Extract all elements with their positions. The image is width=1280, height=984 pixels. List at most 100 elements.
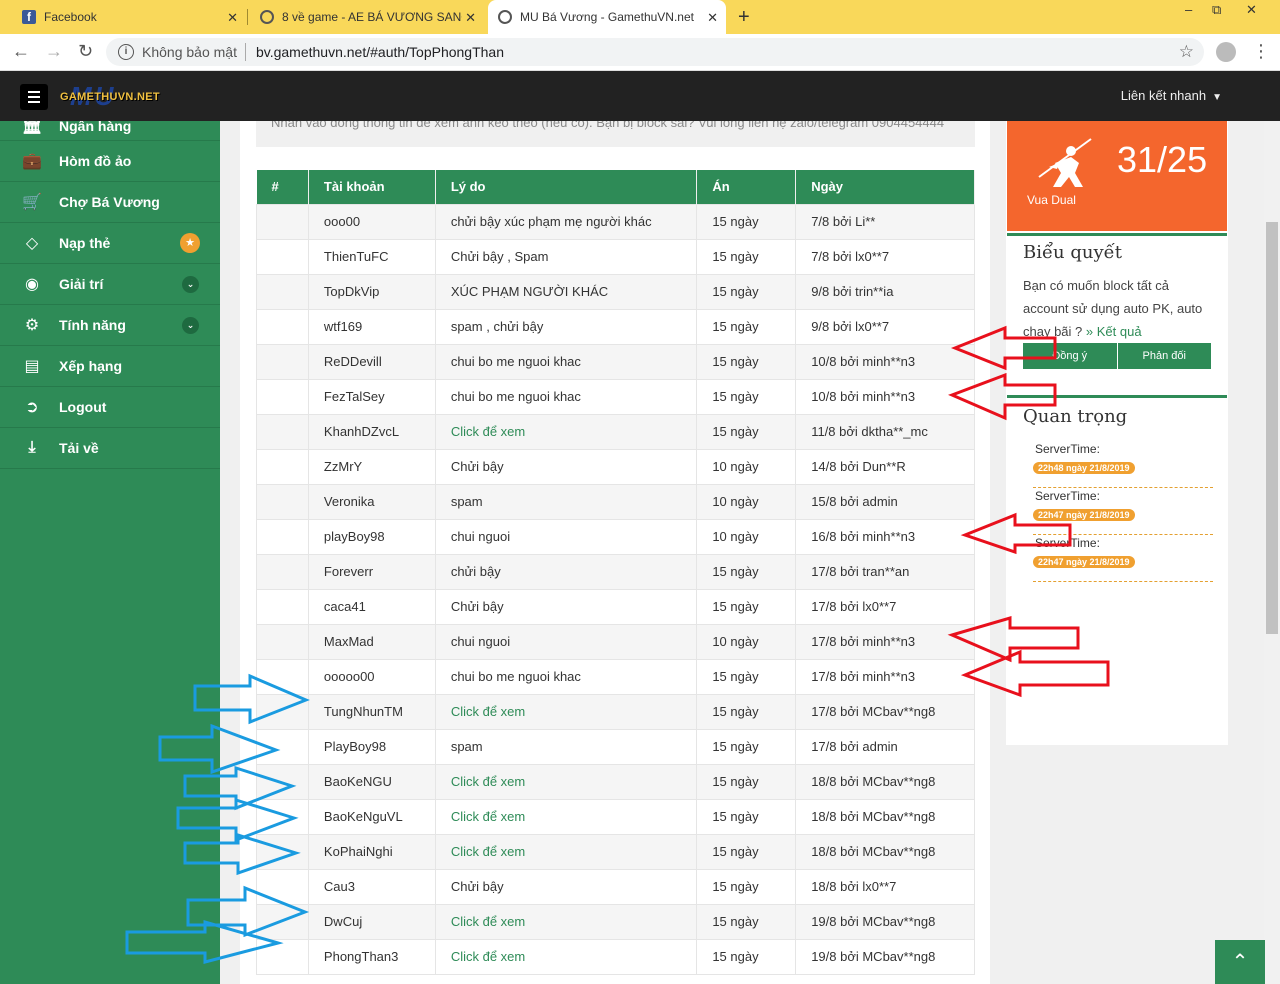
minimize-icon[interactable]: –	[1185, 2, 1192, 17]
table-row[interactable]: Veronika spam 10 ngày 15/8 bởi admin	[256, 483, 975, 520]
cell-reason[interactable]: Click để xem	[434, 693, 698, 730]
chevron-down-icon[interactable]: ⌄	[182, 275, 199, 293]
disagree-button[interactable]: Phản đối	[1116, 343, 1211, 369]
sidebar-item-download[interactable]: ⤓ Tải về	[0, 428, 220, 469]
account-avatar-icon[interactable]	[1216, 42, 1236, 62]
table-row[interactable]: KhanhDZvcL Click để xem 15 ngày 11/8 bởi dk…	[256, 413, 975, 450]
cell-reason: Chửi bậy	[434, 588, 698, 625]
sidebar-item-logout[interactable]: ➲ Logout	[0, 387, 220, 428]
table-row[interactable]: MaxMad chui nguoi 10 ngày 17/8 bởi minh**n3	[256, 623, 975, 660]
table-row[interactable]: ThienTuFC Chửi bậy , Spam 15 ngày 7/8 bởi l…	[256, 238, 975, 275]
site-navbar: MU GAMETHUVN.NET Liên kết nhanh ▼	[0, 71, 1280, 121]
column-header-reason: Lý do	[435, 170, 698, 204]
quick-links-dropdown[interactable]: Liên kết nhanh ▼	[1121, 88, 1222, 103]
scroll-to-top-button[interactable]: ⌃	[1215, 940, 1265, 984]
table-row[interactable]: playBoy98 chui nguoi 10 ngày 16/8 bởi minh*…	[256, 518, 975, 555]
sidebar-item-ranking[interactable]: ▤ Xếp hạng	[0, 346, 220, 387]
vote-panel: Biểu quyết Bạn có muốn block tất cả acco…	[1007, 233, 1227, 373]
site-logo[interactable]: MU GAMETHUVN.NET	[60, 81, 178, 111]
table-row[interactable]: ooo00 chửi bậy xúc phạm mẹ người khác 15 n…	[256, 203, 975, 240]
agree-button[interactable]: Đồng ý	[1023, 343, 1117, 369]
table-row[interactable]: BaoKeNGU Click để xem 15 ngày 18/8 bởi MCba…	[256, 763, 975, 800]
maximize-icon[interactable]: ⧉	[1212, 2, 1221, 18]
cell-ban-duration: 15 ngày	[696, 378, 797, 415]
ban-list-table: # Tài khoản Lý do Án Ngày ooo00 chửi bậy …	[256, 170, 975, 975]
cell-account: PhongThan3	[307, 938, 436, 975]
cell-account: caca41	[307, 588, 436, 625]
cell-account: KhanhDZvcL	[307, 413, 436, 450]
cell-reason[interactable]: Click để xem	[434, 833, 698, 870]
swordsman-icon	[1038, 138, 1092, 187]
cell-account: KoPhaiNghi	[307, 833, 436, 870]
tab-mu-ba-vuong[interactable]: MU Bá Vương - GamethuVN.net ✕	[488, 0, 726, 34]
sidebar-item-bank[interactable]: 🏛 Ngân hàng	[0, 121, 220, 141]
cell-ban-duration: 10 ngày	[696, 448, 797, 485]
table-row[interactable]: Foreverr chửi bậy 15 ngày 17/8 bởi tran**an	[256, 553, 975, 590]
cell-ban-duration: 15 ngày	[696, 763, 797, 800]
hamburger-menu-icon[interactable]	[20, 84, 48, 110]
cell-reason[interactable]: Click để xem	[434, 903, 698, 940]
sidebar-item-market[interactable]: 🛒 Chợ Bá Vương	[0, 182, 220, 223]
scrollbar-thumb[interactable]	[1266, 222, 1278, 634]
cell-date: 10/8 bởi minh**n3	[795, 378, 975, 415]
table-row[interactable]: wtf169 spam , chửi bậy 15 ngày 9/8 bởi lx0*…	[256, 308, 975, 345]
cell-date: 19/8 bởi MCbav**ng8	[795, 903, 975, 940]
caret-down-icon: ▼	[1212, 92, 1222, 103]
close-tab-icon[interactable]: ✕	[707, 10, 718, 26]
url-field[interactable]: i Không bảo mật bv.gamethuvn.net/#auth/T…	[106, 38, 1204, 66]
cell-reason[interactable]: Click để xem	[434, 413, 698, 450]
table-row[interactable]: ReDDevill chui bo me nguoi khac 15 ngày 10/…	[256, 343, 975, 380]
close-tab-icon[interactable]: ✕	[227, 10, 238, 26]
cell-reason[interactable]: Click để xem	[434, 763, 698, 800]
sidebar-item-features[interactable]: ⚙ Tính năng ⌄	[0, 305, 220, 346]
briefcase-icon: 💼	[22, 153, 42, 170]
cell-account: Foreverr	[307, 553, 436, 590]
back-icon[interactable]: ←	[12, 41, 30, 62]
table-row[interactable]: ooooo00 chui bo me nguoi khac 15 ngày 17/8 …	[256, 658, 975, 695]
cell-date: 17/8 bởi admin	[795, 728, 975, 765]
table-row[interactable]: PhongThan3 Click để xem 15 ngày 19/8 bởi MC…	[256, 938, 975, 975]
tab-facebook[interactable]: f Facebook ✕	[12, 0, 248, 34]
server-time-label: ServerTime:	[1035, 489, 1100, 503]
table-row[interactable]: BaoKeNguVL Click để xem 15 ngày 18/8 bởi MC…	[256, 798, 975, 835]
cell-index	[256, 658, 309, 695]
new-tab-button[interactable]: +	[738, 6, 750, 29]
info-icon[interactable]: i	[118, 44, 134, 60]
cell-account: FezTalSey	[307, 378, 436, 415]
cell-reason: chui bo me nguoi khac	[434, 658, 698, 695]
cell-ban-duration: 15 ngày	[696, 203, 797, 240]
table-row[interactable]: TungNhunTM Click để xem 15 ngày 17/8 bởi MC…	[256, 693, 975, 730]
window-close-icon[interactable]: ✕	[1246, 2, 1257, 18]
cell-reason[interactable]: Click để xem	[434, 938, 698, 975]
cell-date: 17/8 bởi tran**an	[795, 553, 975, 590]
table-row[interactable]: ZzMrY Chửi bậy 10 ngày 14/8 bởi Dun**R	[256, 448, 975, 485]
table-row[interactable]: TopDkVip XÚC PHẠM NGƯỜI KHÁC 15 ngày 9/8 bở…	[256, 273, 975, 310]
facebook-icon: f	[22, 10, 36, 24]
chevron-down-icon[interactable]: ⌄	[182, 316, 199, 334]
table-header-row: # Tài khoản Lý do Án Ngày	[256, 170, 975, 204]
sidebar-item-label: Xếp hạng	[59, 358, 123, 374]
sidebar-item-inventory[interactable]: 💼 Hòm đồ ảo	[0, 141, 220, 182]
sidebar-item-entertainment[interactable]: ◉ Giải trí ⌄	[0, 264, 220, 305]
table-row[interactable]: PlayBoy98 spam 15 ngày 17/8 bởi admin	[256, 728, 975, 765]
table-row[interactable]: FezTalSey chui bo me nguoi khac 15 ngày 10/…	[256, 378, 975, 415]
table-row[interactable]: KoPhaiNghi Click để xem 15 ngày 18/8 bởi MC…	[256, 833, 975, 870]
reload-icon[interactable]: ↻	[78, 41, 93, 62]
cell-reason: chui nguoi	[434, 518, 698, 555]
close-tab-icon[interactable]: ✕	[465, 10, 476, 26]
menu-kebab-icon[interactable]: ⋮	[1252, 41, 1270, 62]
cell-date: 17/8 bởi minh**n3	[795, 658, 975, 695]
sidebar-item-topup[interactable]: ◇ Nạp thẻ ★	[0, 223, 220, 264]
tab-game-news[interactable]: 8 về game - AE BÁ VƯƠNG SANG ✕	[250, 0, 484, 34]
cell-reason: spam	[434, 483, 698, 520]
cell-reason[interactable]: Click để xem	[434, 798, 698, 835]
table-row[interactable]: Cau3 Chửi bậy 15 ngày 18/8 bởi lx0**7	[256, 868, 975, 905]
cell-index	[256, 343, 309, 380]
bookmark-star-icon[interactable]: ☆	[1179, 42, 1194, 62]
vote-results-link[interactable]: » Kết quả	[1086, 324, 1142, 339]
cart-icon: 🛒	[22, 194, 42, 211]
table-row[interactable]: DwCuj Click để xem 15 ngày 19/8 bởi MCbav**…	[256, 903, 975, 940]
cell-ban-duration: 15 ngày	[696, 413, 797, 450]
forward-icon[interactable]: →	[45, 41, 63, 62]
table-row[interactable]: caca41 Chửi bậy 15 ngày 17/8 bởi lx0**7	[256, 588, 975, 625]
